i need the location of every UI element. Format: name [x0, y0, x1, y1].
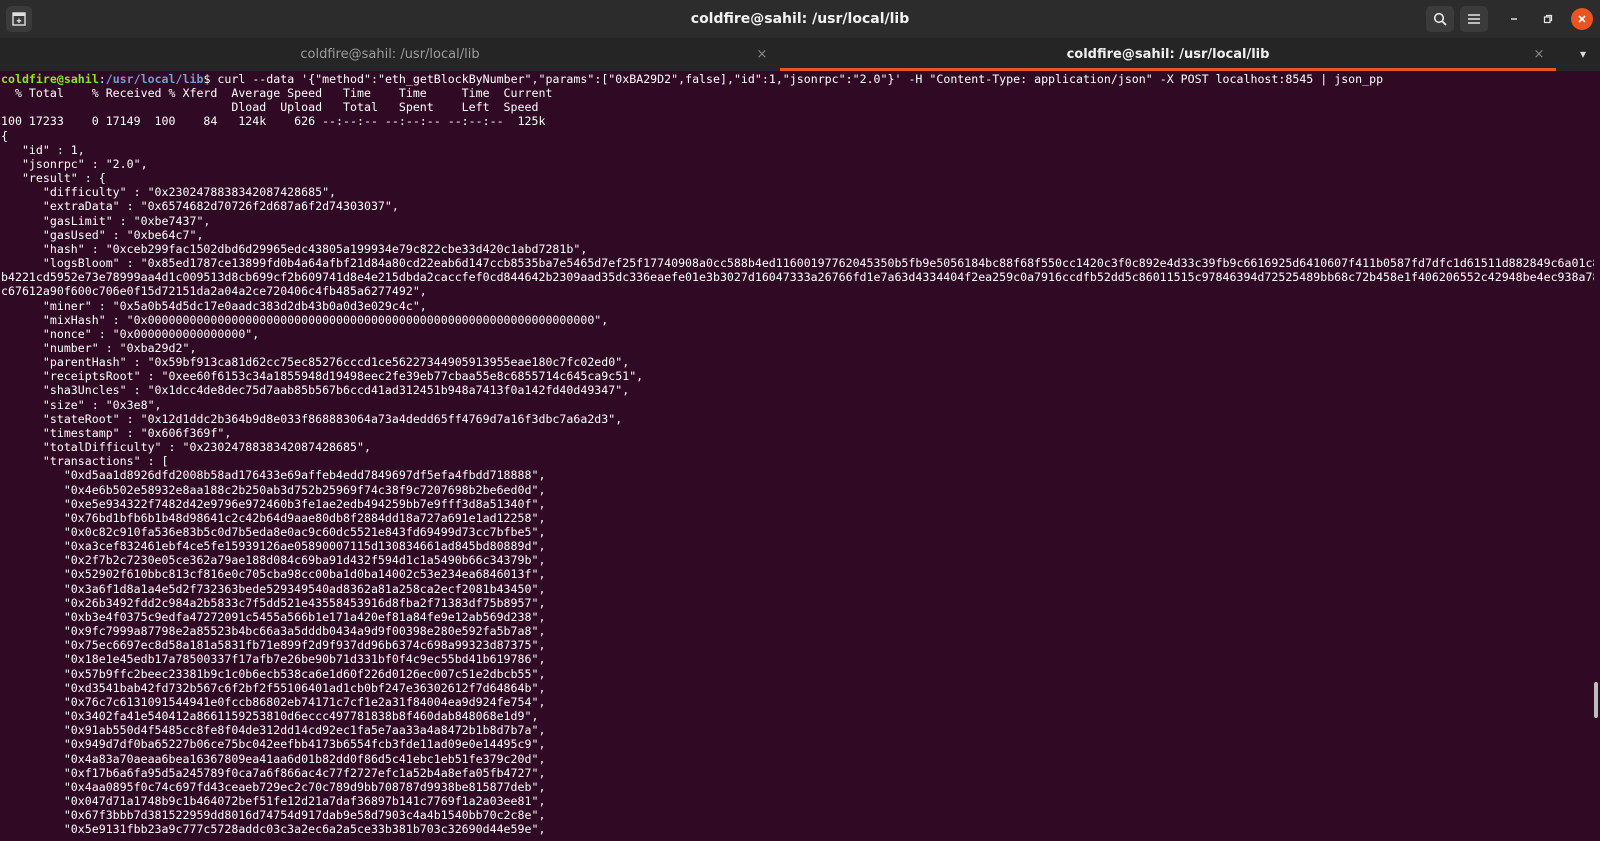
- output-line: 100 17233 0 17149 100 84 124k 626 --:--:…: [1, 114, 546, 129]
- output-line: "0xa3cef832461ebf4ce5fe15939126ae0589000…: [1, 539, 546, 554]
- output-line: "0xf17b6a6fa95d5a245789f0ca7a6f866ac4c77…: [1, 765, 546, 780]
- output-line: "0x2f7b2c7230e05ce362a79ae188d084c69ba91…: [1, 553, 546, 568]
- minimize-button[interactable]: [1503, 8, 1525, 30]
- output-line: "0x76c7c6131091544941e0fccb86802eb74171c…: [1, 694, 546, 709]
- output-line: "result" : {: [1, 171, 106, 186]
- new-tab-button[interactable]: [6, 6, 32, 32]
- tab-close-icon[interactable]: ×: [1529, 38, 1549, 71]
- command-line: curl --data '{"method":"eth_getBlockByNu…: [217, 72, 1384, 86]
- search-button[interactable]: [1426, 6, 1454, 32]
- output-line: "extraData" : "0x6574682d70726f2d687a6f2…: [1, 199, 399, 214]
- output-line: Dload Upload Total Spent Left Speed: [1, 100, 539, 115]
- output-line: "0x3402fa41e540412a8661159253810d6eccc49…: [1, 709, 539, 724]
- output-line: "hash" : "0xceb299fac1502dbd6d29965edc43…: [1, 241, 588, 256]
- output-line: "0xd5aa1d8926dfd2008b58ad176433e69affeb4…: [1, 468, 546, 483]
- output-line: "gasUsed" : "0xbe64c7",: [1, 227, 204, 242]
- tab-label: coldfire@sahil: /usr/local/lib: [300, 47, 480, 62]
- output-line: "0x4a83a70aeaa6bea16367809ea41aa6d01b82d…: [1, 751, 546, 766]
- restore-icon: [1543, 14, 1553, 24]
- close-icon: [1578, 15, 1586, 23]
- search-icon: [1433, 12, 1447, 26]
- output-line: "gasLimit" : "0xbe7437",: [1, 213, 211, 228]
- tab-bar: coldfire@sahil: /usr/local/lib × coldfir…: [0, 38, 1600, 71]
- prompt-user-host: coldfire@sahil: [1, 72, 99, 86]
- output-line: "difficulty" : "0x2302478838342087428685…: [1, 185, 337, 200]
- output-line: b4221cd5952e73e78999aa4d1c009513d8cb699c…: [1, 270, 1594, 285]
- output-line: "0x047d71a1748b9c1b464072bef51fe12d21a7d…: [1, 793, 546, 808]
- output-line: "timestamp" : "0x606f369f",: [1, 425, 232, 440]
- output-line: {: [1, 128, 8, 143]
- output-line: "0x57b9ffc2beec23381b9c1c0b6ecb538ca6e1d…: [1, 666, 546, 681]
- output-line: "parentHash" : "0x59bf913ca81d62cc75ec85…: [1, 355, 630, 370]
- output-line: "receiptsRoot" : "0xee60f6153c34a1855948…: [1, 369, 644, 384]
- output-line: "miner" : "0x5a0b54d5dc17e0aadc383d2db43…: [1, 298, 427, 313]
- output-line: "id" : 1,: [1, 142, 85, 157]
- tab-list-dropdown-icon[interactable]: ▾: [1570, 38, 1596, 71]
- output-line: "0x5e9131fbb23a9c777c5728addc03c3a2ec6a2…: [1, 822, 546, 837]
- close-window-button[interactable]: [1571, 8, 1593, 30]
- output-line: "mixHash" : "0x0000000000000000000000000…: [1, 312, 609, 327]
- output-line: "nonce" : "0x0000000000000000",: [1, 326, 260, 341]
- output-line: "0x9fc7999a87798e2a85523b4bc66a3a5dddb04…: [1, 624, 546, 639]
- output-line: "0x4e6b502e58932e8aa188c2b250ab3d752b259…: [1, 482, 546, 497]
- tab-terminal-2[interactable]: coldfire@sahil: /usr/local/lib ×: [780, 38, 1556, 71]
- output-line: "sha3Uncles" : "0x1dcc4de8dec75d7aab85b5…: [1, 383, 630, 398]
- terminal-output[interactable]: coldfire@sahil:/usr/local/lib$ curl --da…: [0, 72, 1594, 841]
- prompt-symbol: $: [203, 72, 218, 86]
- new-tab-icon: [12, 12, 26, 26]
- tab-label: coldfire@sahil: /usr/local/lib: [1066, 47, 1270, 62]
- output-line: "0xd3541bab42fd732b567c6f2bf2f55106401ad…: [1, 680, 546, 695]
- minimize-icon: [1511, 18, 1517, 20]
- output-line: "0x4aa0895f0c74c697fd43ceaeb729ec2c70c78…: [1, 779, 546, 794]
- output-line: "logsBloom" : "0x85ed1787ce13899fd0b4a64…: [1, 256, 1594, 271]
- title-bar: coldfire@sahil: /usr/local/lib: [0, 0, 1600, 38]
- hamburger-menu-icon: [1468, 14, 1480, 24]
- output-line: % Total % Received % Xferd Average Speed…: [1, 86, 553, 101]
- prompt-path: /usr/local/lib: [105, 72, 204, 86]
- output-line: "0x75ec6697ec8d58a181a5831fb71e899f2d9f9…: [1, 638, 546, 653]
- command-output: % Total % Received % Xferd Average Speed…: [1, 86, 1594, 836]
- output-line: "transactions" : [: [1, 454, 169, 469]
- prompt-separator: :: [98, 72, 106, 86]
- output-line: "size" : "0x3e8",: [1, 397, 162, 412]
- tab-terminal-1[interactable]: coldfire@sahil: /usr/local/lib ×: [0, 38, 780, 71]
- maximize-button[interactable]: [1537, 8, 1559, 30]
- output-line: "0xb3e4f0375c9edfa47272091c5455a566b1e17…: [1, 609, 546, 624]
- menu-button[interactable]: [1460, 6, 1488, 32]
- output-line: "0x949d7df0ba65227b06ce75bc042eefbb4173b…: [1, 737, 546, 752]
- scrollbar-thumb[interactable]: [1594, 682, 1598, 718]
- output-line: "0xe5e934322f7482d42e9796e972460b3fe1ae2…: [1, 496, 546, 511]
- output-line: "0x52902f610bbc813cf816e0c705cba98cc00ba…: [1, 567, 546, 582]
- output-line: "0x18e1e45edb17a78500337f17afb7e26be90b7…: [1, 652, 546, 667]
- output-line: "stateRoot" : "0x12d1ddc2b364b9d8e033f86…: [1, 411, 623, 426]
- output-line: "0x26b3492fdd2c984a2b5833c7f5dd521e43558…: [1, 595, 546, 610]
- output-line: "0x67f3bbb7d381522959dd8016d74754d917dab…: [1, 808, 546, 823]
- terminal-text: coldfire@sahil:/usr/local/lib$ curl --da…: [0, 72, 1594, 836]
- tab-close-icon[interactable]: ×: [752, 38, 772, 71]
- output-line: "0x3a6f1d8a1a4e5d2f732363bede529349540ad…: [1, 581, 546, 596]
- output-line: "jsonrpc" : "2.0",: [1, 156, 148, 171]
- output-line: "0x0c82c910fa536e83b5c0d7b5eda8e0ac9c60d…: [1, 525, 546, 539]
- output-line: "0x76bd1bfb6b1b48d98641c2c42b64d9aae80db…: [1, 510, 546, 525]
- output-line: "number" : "0xba29d2",: [1, 340, 197, 355]
- output-line: c67612a90f600c706e0f15d72151da2a04a2ce72…: [1, 284, 427, 299]
- output-line: "totalDifficulty" : "0x23024788383420874…: [1, 440, 371, 455]
- output-line: "0x91ab550d4f5485cc8fe8f04de312dd14cd92e…: [1, 723, 546, 738]
- window-title: coldfire@sahil: /usr/local/lib: [690, 11, 910, 27]
